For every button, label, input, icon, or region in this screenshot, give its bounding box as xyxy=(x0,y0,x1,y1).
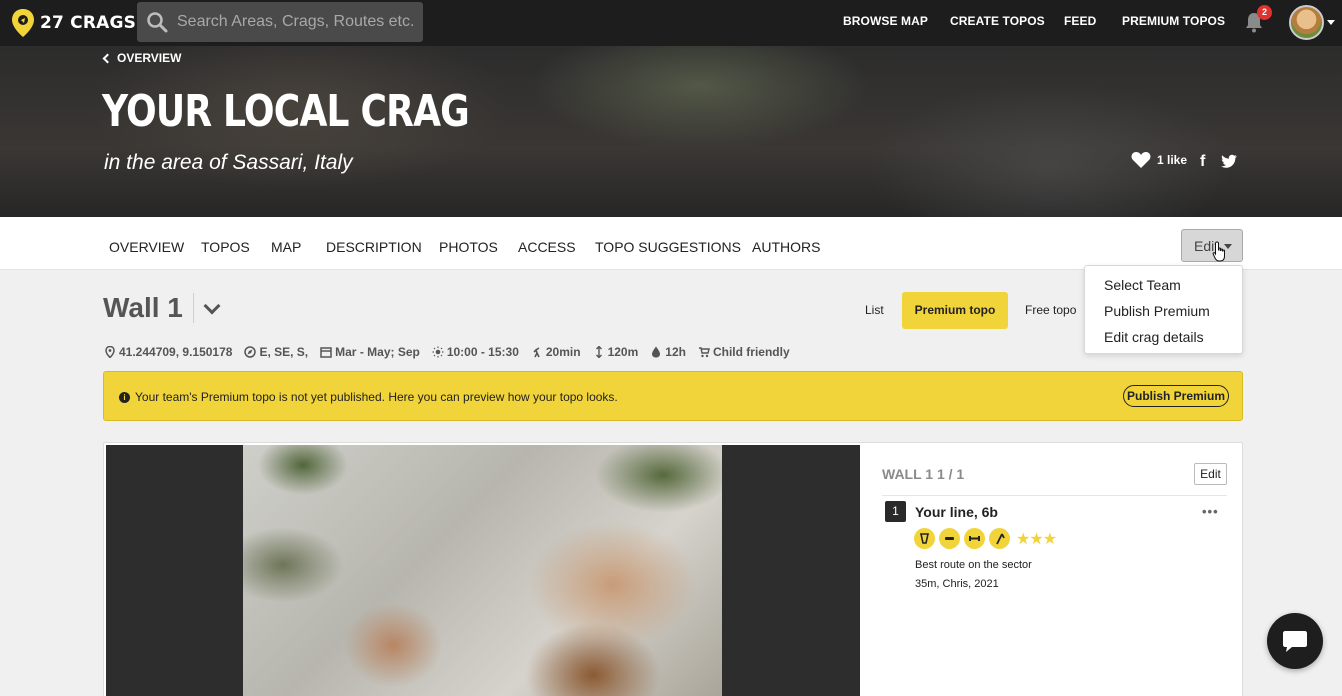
nav-browse-map[interactable]: BROWSE MAP xyxy=(843,14,928,28)
view-free-topo-toggle[interactable]: Free topo xyxy=(1025,303,1076,317)
wall-title: Wall 1 xyxy=(103,292,183,323)
topo-edit-button[interactable]: Edit xyxy=(1194,463,1227,485)
meta-coordinates: 41.244709, 9.150178 xyxy=(104,345,232,359)
view-premium-topo-toggle[interactable]: Premium topo xyxy=(902,292,1008,329)
menu-item-edit-crag-details[interactable]: Edit crag details xyxy=(1104,329,1204,345)
like-count: 1 like xyxy=(1157,153,1188,167)
approach-text: 20min xyxy=(545,345,581,359)
season-text: Mar - May; Sep xyxy=(335,345,420,359)
tab-description[interactable]: DESCRIPTION xyxy=(326,239,422,255)
tab-overview[interactable]: OVERVIEW xyxy=(109,239,184,255)
heart-icon xyxy=(1131,152,1151,168)
dry-text: 12h xyxy=(665,345,686,359)
crag-title: YOUR LOCAL CRAG xyxy=(102,86,470,137)
route-name[interactable]: Your line, 6b xyxy=(915,504,998,520)
aspect-text: E, SE, S, xyxy=(259,345,309,359)
meta-height: 120m xyxy=(593,345,639,359)
notice-text: Your team's Premium topo is not yet publ… xyxy=(135,390,618,404)
compass-icon xyxy=(244,346,257,358)
publish-premium-button[interactable]: Publish Premium xyxy=(1123,385,1229,407)
like-button[interactable]: 1 like xyxy=(1131,151,1187,169)
topo-header: WALL 1 1 / 1 xyxy=(882,466,965,482)
route-info: 35m, Chris, 2021 xyxy=(915,578,999,590)
nav-feed[interactable]: FEED xyxy=(1064,14,1096,28)
nav-links: BROWSE MAP CREATE TOPOS FEED PREMIUM TOP… xyxy=(0,0,1342,46)
route-number: 1 xyxy=(885,501,906,522)
top-navigation-bar: 27 CRAGS BROWSE MAP CREATE TOPOS FEED PR… xyxy=(0,0,1342,46)
view-list-toggle[interactable]: List xyxy=(865,303,884,317)
premium-notice-banner: i Your team's Premium topo is not yet pu… xyxy=(103,371,1243,421)
meta-dry: 12h xyxy=(650,345,686,359)
coords-text: 41.244709, 9.150178 xyxy=(119,345,233,359)
tab-access[interactable]: ACCESS xyxy=(518,239,576,255)
meta-season: Mar - May; Sep xyxy=(320,345,420,359)
meta-approach: 20min xyxy=(531,345,581,359)
water-drop-icon xyxy=(652,346,661,358)
overhang-icon xyxy=(989,528,1010,549)
tab-topo-suggestions[interactable]: TOPO SUGGESTIONS xyxy=(595,239,741,255)
topo-photo[interactable] xyxy=(243,445,722,696)
sun-text: 10:00 - 15:30 xyxy=(446,345,519,359)
edit-dropdown-menu: Select Team Publish Premium Edit crag de… xyxy=(1084,265,1243,354)
tab-map[interactable]: MAP xyxy=(271,239,301,255)
nav-premium-topos[interactable]: PREMIUM TOPOS xyxy=(1122,14,1225,28)
menu-item-select-team[interactable]: Select Team xyxy=(1104,277,1181,293)
facebook-icon[interactable]: f xyxy=(1200,153,1205,171)
back-link-label: OVERVIEW xyxy=(117,51,182,65)
tab-photos[interactable]: PHOTOS xyxy=(439,239,498,255)
meta-sun: 10:00 - 15:30 xyxy=(432,345,519,359)
meta-aspect: E, SE, S, xyxy=(244,345,308,359)
tab-authors[interactable]: AUTHORS xyxy=(752,239,820,255)
wall-select-chevron-icon[interactable] xyxy=(203,297,221,315)
menu-item-publish-premium[interactable]: Publish Premium xyxy=(1104,303,1210,319)
calendar-icon xyxy=(320,347,332,358)
twitter-icon[interactable] xyxy=(1218,154,1238,171)
crag-tab-bar: OVERVIEW TOPOS MAP DESCRIPTION PHOTOS AC… xyxy=(0,217,1342,270)
map-pin-icon xyxy=(105,346,115,358)
hand-cursor-icon xyxy=(1212,241,1225,262)
info-icon: i xyxy=(119,391,130,403)
chat-button[interactable] xyxy=(1267,613,1323,669)
height-text: 120m xyxy=(607,345,639,359)
crimp-hold-icon xyxy=(939,528,960,549)
tab-topos[interactable]: TOPOS xyxy=(201,239,250,255)
more-options-icon[interactable]: ••• xyxy=(1202,504,1219,519)
child-text: Child friendly xyxy=(712,345,790,359)
walking-icon xyxy=(533,347,540,358)
notice-message: i Your team's Premium topo is not yet pu… xyxy=(119,390,618,404)
chevron-left-icon xyxy=(102,53,113,63)
meta-child-friendly: Child friendly xyxy=(698,345,790,359)
sun-icon xyxy=(432,346,444,358)
notification-badge: 2 xyxy=(1257,5,1272,20)
divider xyxy=(882,495,1227,496)
route-description: Best route on the sector xyxy=(915,559,1032,571)
wall-meta: 41.244709, 9.150178 E, SE, S, Mar - May;… xyxy=(104,345,802,359)
chat-bubble-icon xyxy=(1283,631,1307,652)
stroller-icon xyxy=(698,347,710,358)
height-icon xyxy=(595,346,602,358)
chevron-down-icon[interactable] xyxy=(1327,20,1335,25)
endurance-icon xyxy=(964,528,985,549)
crag-area: in the area of Sassari, Italy xyxy=(104,151,353,174)
nav-create-topos[interactable]: CREATE TOPOS xyxy=(950,14,1045,28)
route-star-rating: ★★★ xyxy=(1016,530,1057,548)
divider xyxy=(193,293,194,323)
pocket-hold-icon xyxy=(914,528,935,549)
user-avatar[interactable] xyxy=(1289,5,1324,40)
route-feature-icons: ★★★ xyxy=(914,528,1057,549)
back-to-overview-link[interactable]: OVERVIEW xyxy=(102,51,182,65)
